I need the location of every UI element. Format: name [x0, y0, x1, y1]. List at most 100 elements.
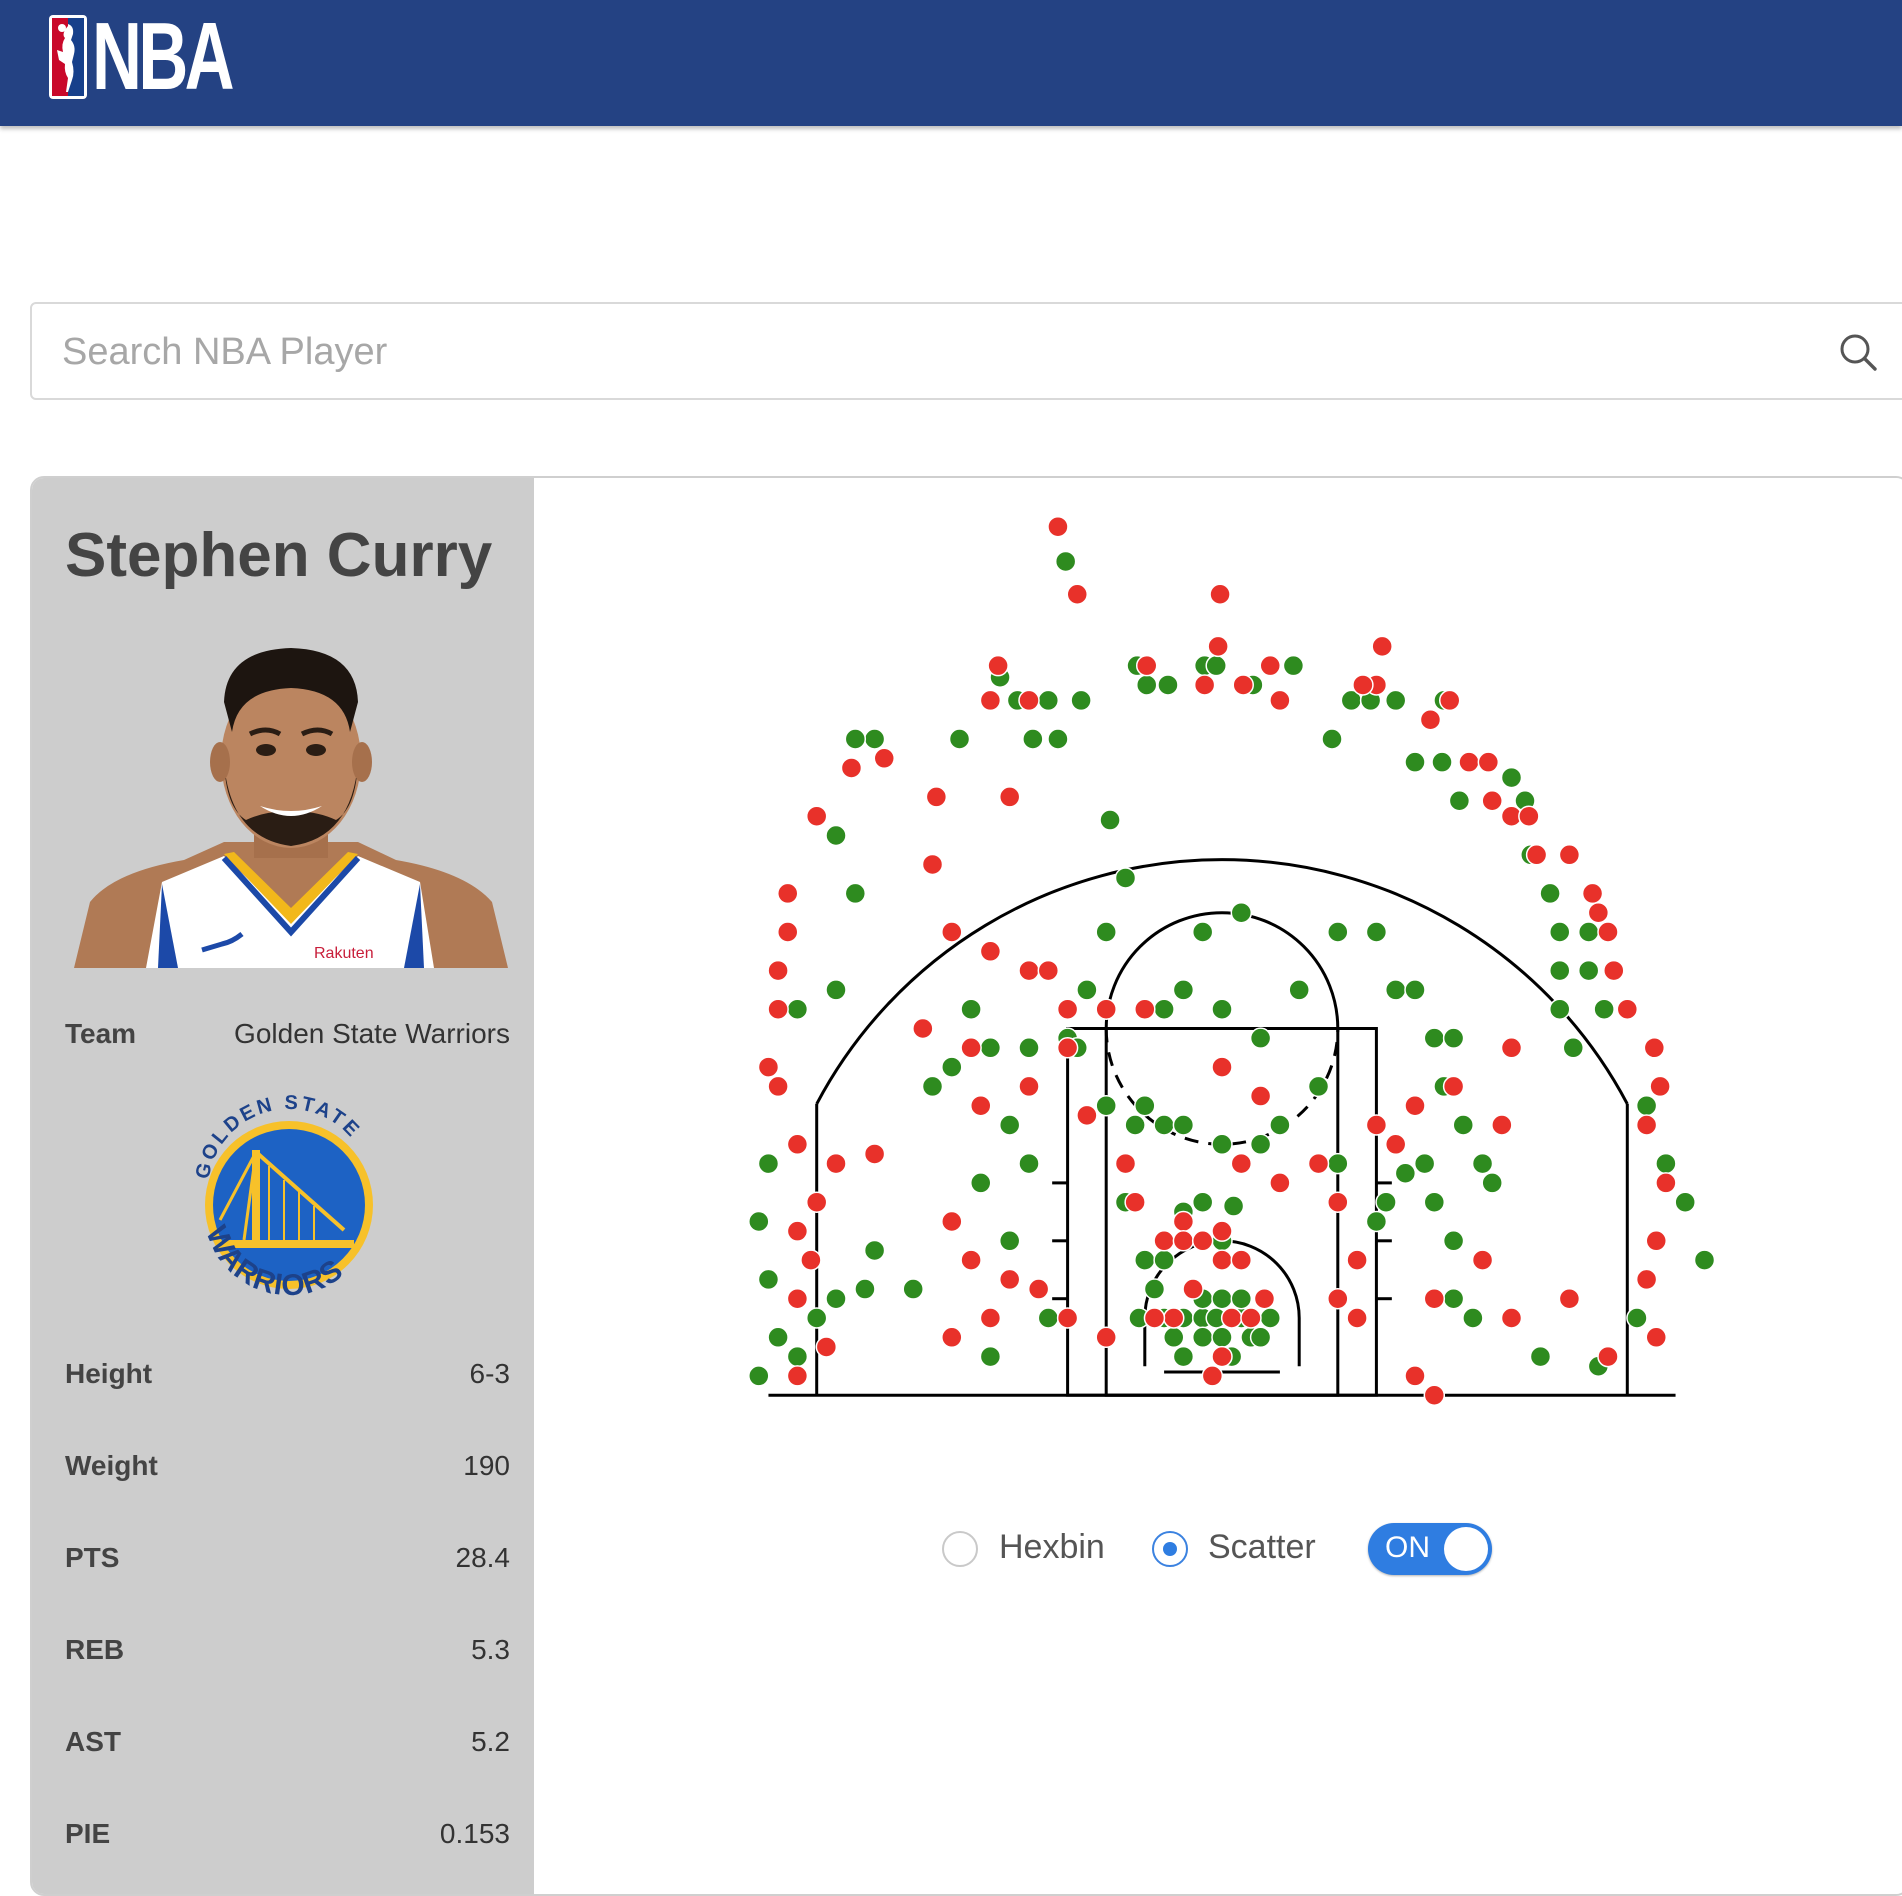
shot-marker-missed: [1481, 790, 1503, 812]
shot-marker-missed: [987, 654, 1009, 677]
search-input[interactable]: [60, 304, 1844, 400]
shot-marker-missed: [1249, 1085, 1272, 1107]
hexbin-label: Hexbin: [999, 1528, 1105, 1566]
shot-marker-missed: [1645, 1326, 1667, 1349]
hexbin-radio[interactable]: [942, 1531, 978, 1567]
shot-marker-made: [1222, 1195, 1245, 1217]
shot-marker-missed: [1597, 1345, 1619, 1368]
shot-marker-made: [1431, 751, 1453, 773]
shot-marker-missed: [815, 1336, 838, 1358]
shot-marker-made: [1172, 1345, 1195, 1368]
shot-marker-made: [1211, 1133, 1233, 1156]
shot-marker-missed: [1635, 1114, 1658, 1136]
shot-marker-made: [863, 728, 886, 750]
shot-marker-made: [1539, 882, 1561, 905]
player-headshot: Rakuten: [74, 648, 508, 968]
shot-marker-made: [1205, 654, 1227, 677]
shot-marker-made: [1327, 921, 1349, 943]
shot-marker-made: [805, 1307, 828, 1329]
shot-marker-made: [1249, 1027, 1272, 1049]
shot-marker-missed: [1635, 1268, 1658, 1291]
shot-marker-made: [1423, 1027, 1446, 1049]
stat-value: 0.153: [439, 1818, 510, 1849]
shot-marker-made: [1018, 1152, 1040, 1175]
shots-toggle-switch[interactable]: ON: [1368, 1523, 1492, 1575]
shot-marker-missed: [1603, 959, 1625, 982]
shot-marker-made: [1404, 979, 1426, 1001]
search-icon[interactable]: [1838, 332, 1878, 372]
shot-marker-made: [1626, 1307, 1648, 1329]
shot-marker-made: [1037, 689, 1060, 712]
shot-marker-made: [1442, 1230, 1465, 1252]
shot-marker-made: [1211, 1287, 1233, 1310]
shot-marker-missed: [863, 1143, 886, 1165]
shot-marker-missed: [1525, 844, 1548, 866]
shot-marker-missed: [1018, 1075, 1040, 1098]
shot-marker-made: [1230, 901, 1253, 924]
shot-marker-made: [748, 1210, 770, 1233]
shot-marker-made: [1099, 809, 1121, 831]
shot-marker-made: [1191, 1191, 1214, 1213]
shot-marker-made: [1230, 1287, 1253, 1310]
shot-marker-made: [1249, 1326, 1272, 1349]
shot-chart-panel: Hexbin Scatter ON: [536, 478, 1902, 1894]
shot-marker-made: [825, 824, 847, 847]
shot-marker-made: [1211, 1326, 1233, 1349]
shot-marker-made: [1635, 1094, 1658, 1117]
shot-marker-missed: [840, 757, 863, 779]
shot-marker-missed: [1581, 882, 1604, 905]
shot-marker-missed: [979, 1307, 1002, 1329]
shot-marker-made: [1249, 1133, 1272, 1156]
shot-marker-made: [998, 1230, 1021, 1252]
shot-marker-missed: [767, 959, 789, 982]
stat-row-weight: Weight 190: [65, 1450, 510, 1490]
scatter-radio[interactable]: [1152, 1531, 1188, 1567]
shot-marker-made: [786, 998, 809, 1020]
shot-marker-made: [1269, 1114, 1291, 1136]
shot-marker-made: [863, 1239, 886, 1262]
shot-marker-missed: [1587, 901, 1610, 924]
shot-marker-missed: [1220, 1307, 1243, 1329]
toggle-knob: [1444, 1527, 1488, 1571]
shot-marker-missed: [1253, 1287, 1276, 1310]
shot-marker-made: [1153, 1249, 1175, 1271]
shot-marker-made: [1404, 751, 1426, 773]
shot-marker-made: [825, 1287, 847, 1310]
nba-logo[interactable]: NBA: [48, 9, 285, 105]
shot-marker-missed: [1423, 1384, 1446, 1406]
shot-marker-missed: [1135, 654, 1158, 677]
shot-marker-missed: [1307, 1152, 1330, 1175]
shot-marker-missed: [800, 1249, 822, 1271]
shot-marker-made: [1157, 674, 1179, 696]
shot-marker-missed: [1327, 1191, 1349, 1213]
shot-marker-missed: [1518, 805, 1540, 827]
shot-marker-made: [1365, 921, 1388, 943]
shot-marker-made: [757, 1152, 780, 1175]
shot-marker-missed: [1365, 1114, 1388, 1136]
stat-value: 5.2: [471, 1726, 510, 1757]
stat-value: 28.4: [455, 1542, 511, 1573]
shot-marker-made: [979, 1037, 1002, 1059]
shot-marker-made: [979, 1345, 1002, 1368]
svg-text:Rakuten: Rakuten: [314, 945, 374, 962]
shot-marker-missed: [1458, 751, 1480, 773]
shot-marker-missed: [1207, 635, 1229, 658]
shot-marker-missed: [925, 786, 948, 808]
shot-marker-missed: [941, 1210, 963, 1233]
shot-marker-missed: [1649, 1075, 1671, 1098]
shot-marker-missed: [1018, 959, 1040, 982]
shot-marker-made: [854, 1278, 876, 1300]
player-name: Stephen Curry: [65, 521, 493, 590]
shot-marker-made: [1054, 550, 1077, 573]
shot-marker-missed: [1230, 1152, 1253, 1175]
stat-label: PIE: [65, 1818, 111, 1849]
shot-marker-missed: [767, 998, 789, 1020]
shot-marker-made: [998, 1114, 1021, 1136]
shot-marker-missed: [1259, 654, 1281, 677]
shot-marker-missed: [1143, 1307, 1166, 1329]
shot-marker-made: [948, 728, 971, 750]
shot-marker-missed: [1404, 1365, 1426, 1387]
shot-chart[interactable]: [536, 478, 1902, 1578]
shot-marker-missed: [1201, 1365, 1224, 1387]
shot-marker-missed: [1124, 1191, 1146, 1213]
